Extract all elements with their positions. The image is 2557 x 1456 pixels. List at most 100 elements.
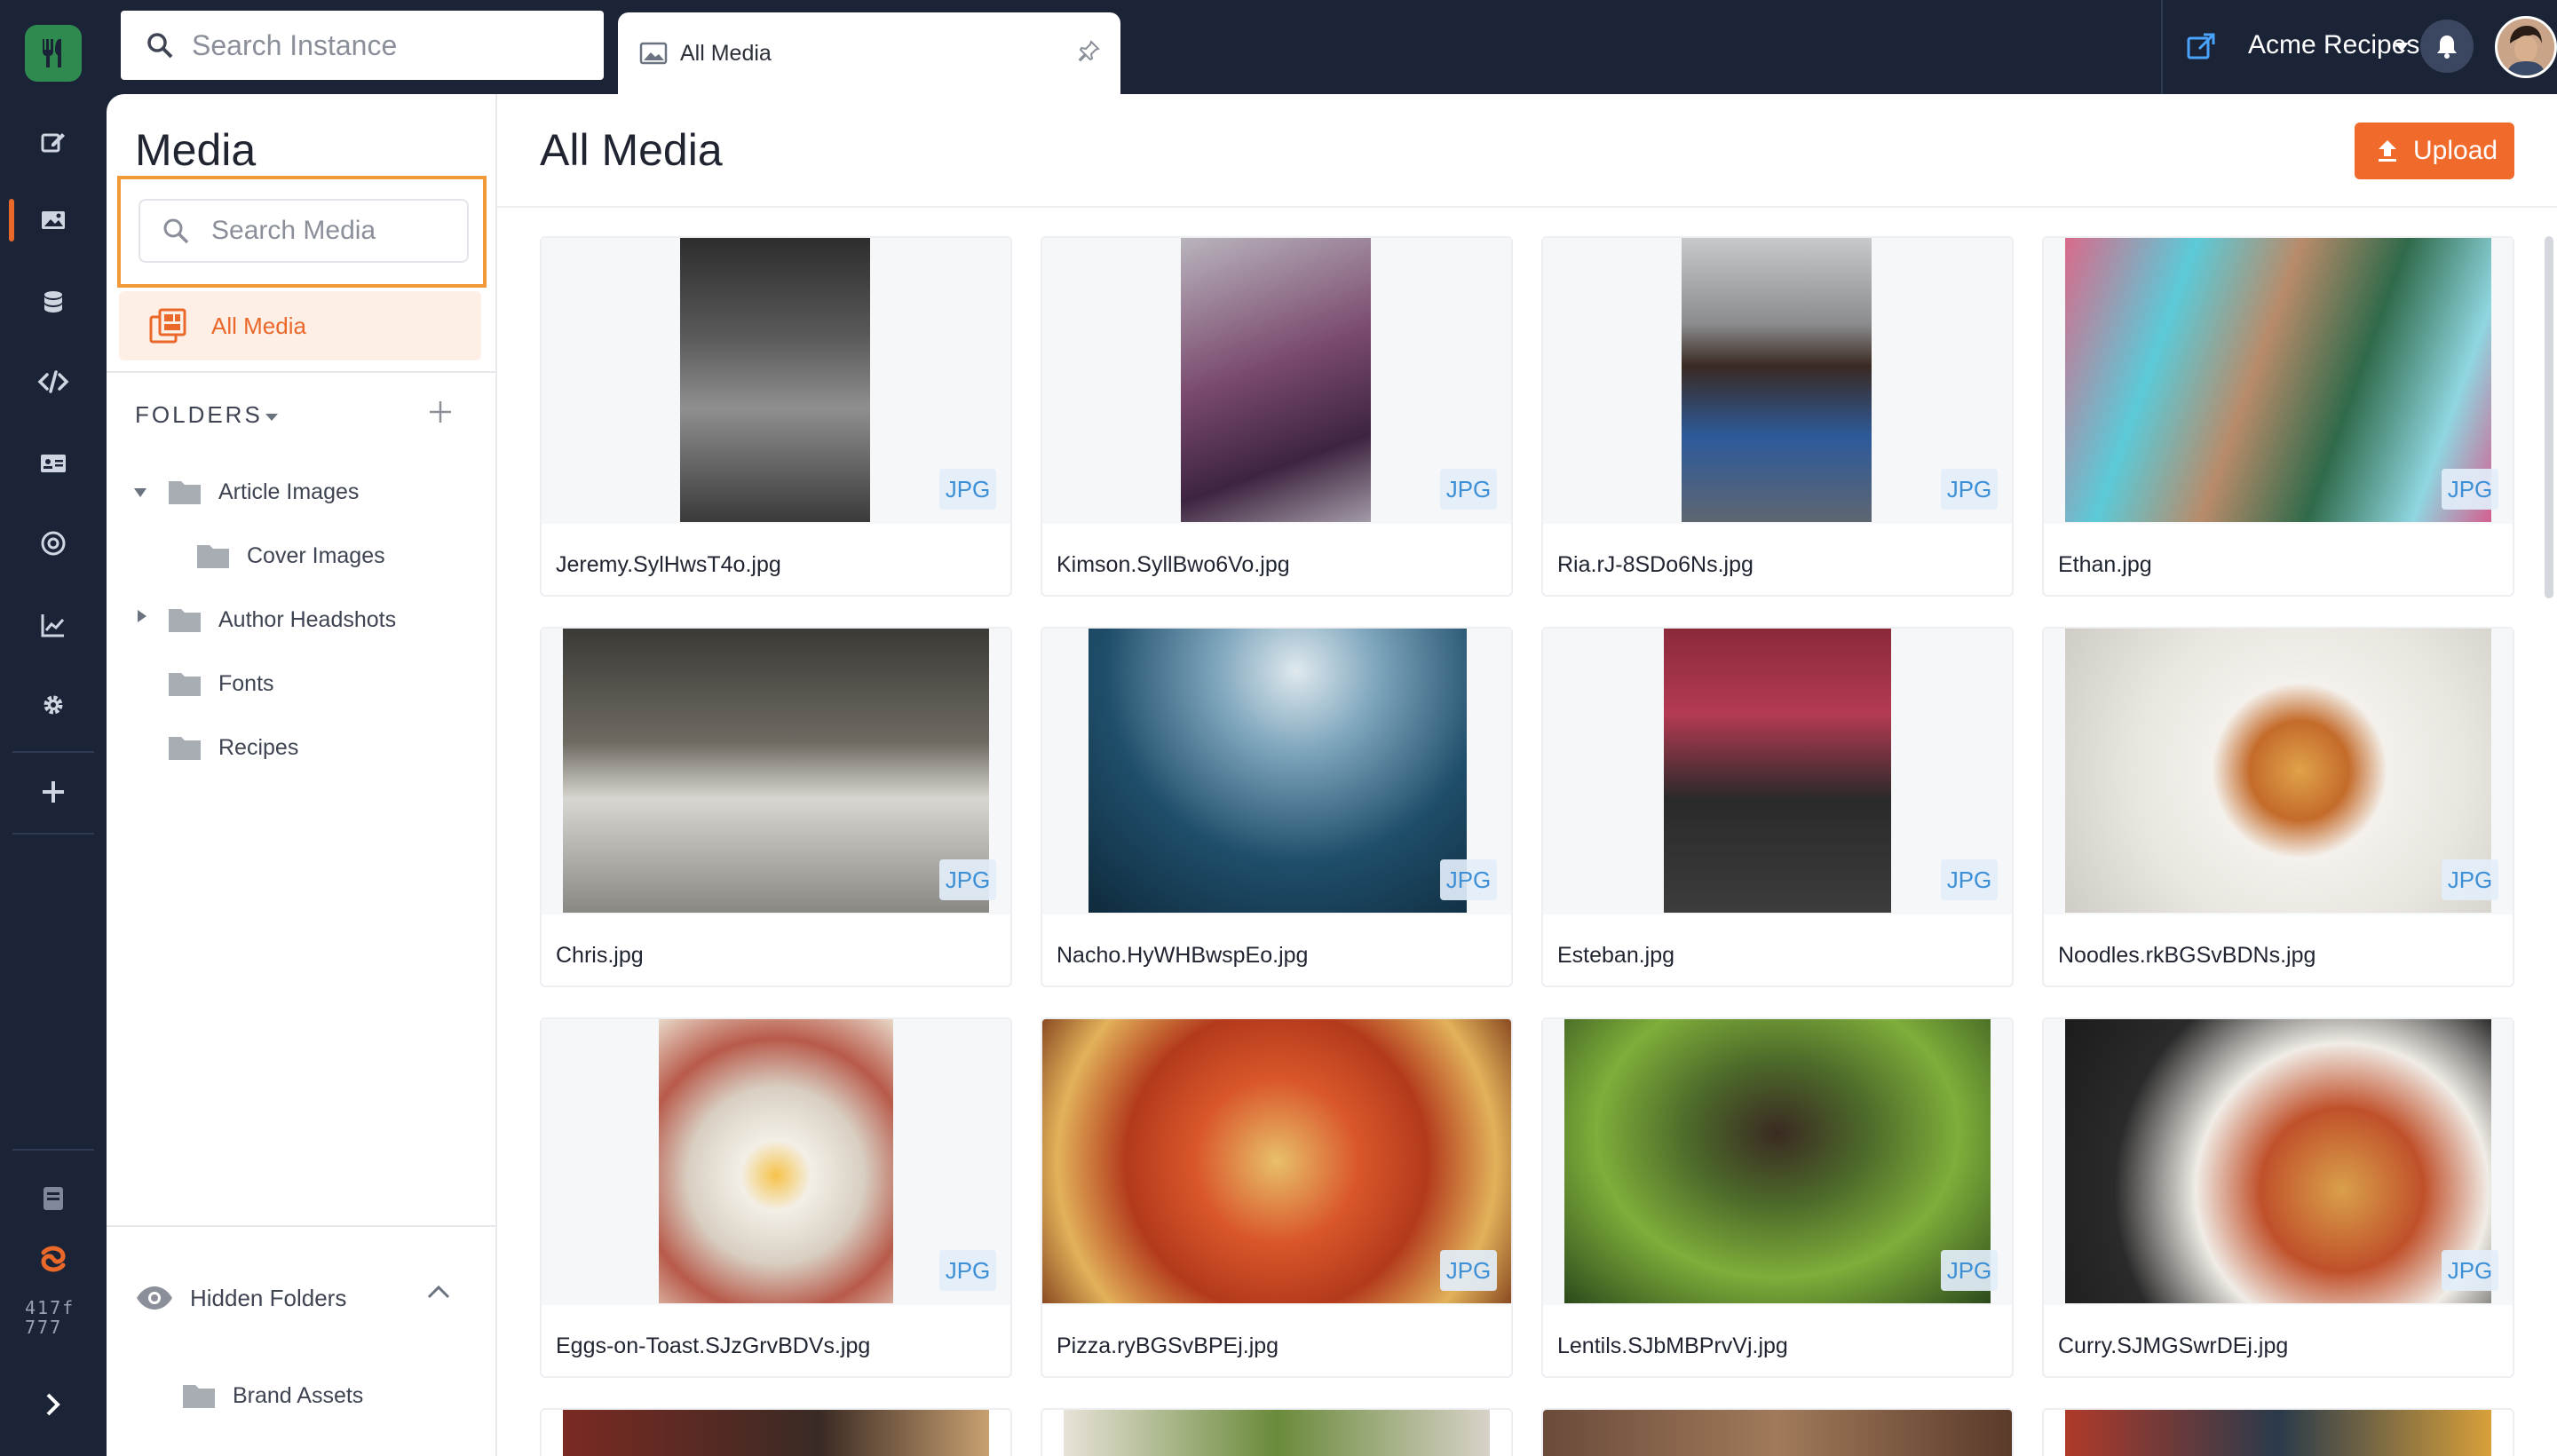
folder-article-images[interactable]: Article Images	[167, 474, 359, 510]
all-media-label: All Media	[211, 312, 306, 339]
all-media-nav-item[interactable]: All Media	[119, 291, 481, 360]
file-type-badge: JPG	[2442, 469, 2498, 510]
settings-gear-icon[interactable]	[0, 669, 107, 740]
file-type-badge: JPG	[2442, 859, 2498, 900]
file-name: Curry.SJMGSwrDEj.jpg	[2058, 1333, 2289, 1358]
expand-caret-icon[interactable]	[137, 609, 147, 628]
media-card[interactable]: JPG Chris.jpg	[540, 627, 1012, 987]
add-folder-icon[interactable]	[428, 400, 453, 429]
panel-divider	[107, 371, 495, 373]
hidden-folders-toggle[interactable]: Hidden Folders	[135, 1277, 346, 1319]
media-card[interactable]	[1541, 1408, 2014, 1456]
media-card[interactable]: JPG Eggs-on-Toast.SJzGrvBDVs.jpg	[540, 1017, 1012, 1378]
file-type-badge: JPG	[939, 859, 996, 900]
panel-divider	[107, 1225, 495, 1227]
folder-cover-images[interactable]: Cover Images	[195, 538, 385, 574]
tab-all-media[interactable]: All Media	[618, 12, 1120, 94]
collapse-caret-icon[interactable]	[133, 487, 147, 502]
external-link-icon[interactable]	[2186, 32, 2216, 67]
user-avatar[interactable]	[2495, 16, 2557, 78]
media-library-icon[interactable]	[0, 185, 107, 256]
upload-button[interactable]: Upload	[2355, 123, 2514, 179]
media-thumbnail	[2065, 1410, 2491, 1456]
folder-icon	[169, 673, 201, 696]
folder-recipes[interactable]: Recipes	[167, 730, 298, 765]
image-icon	[639, 42, 668, 65]
file-type-badge: JPG	[1941, 859, 1998, 900]
media-card[interactable]: JPG Curry.SJMGSwrDEj.jpg	[2042, 1017, 2514, 1378]
search-media-placeholder: Search Media	[211, 216, 376, 245]
media-card[interactable]	[540, 1408, 1012, 1456]
add-plus-icon[interactable]	[0, 756, 107, 827]
search-media-input[interactable]: Search Media	[139, 199, 469, 263]
media-card[interactable]: JPG Lentils.SJbMBPrvVj.jpg	[1541, 1017, 2014, 1378]
folder-name: Brand Assets	[233, 1382, 364, 1408]
media-card[interactable]: JPG Jeremy.SylHwsT4o.jpg	[540, 236, 1012, 597]
file-type-badge: JPG	[939, 1250, 996, 1291]
file-name: Pizza.ryBGSvBPEj.jpg	[1057, 1333, 1279, 1358]
version-code: 417f 777	[25, 1297, 75, 1338]
file-name: Nacho.HyWHBwspEo.jpg	[1057, 943, 1309, 968]
file-name: Noodles.rkBGSvBDNs.jpg	[2058, 943, 2316, 968]
media-card[interactable]: JPG Pizza.ryBGSvBPEj.jpg	[1041, 1017, 1513, 1378]
media-card[interactable]: JPG Nacho.HyWHBwspEo.jpg	[1041, 627, 1513, 987]
panel-title: Media	[135, 125, 257, 175]
pin-icon[interactable]	[1076, 39, 1101, 68]
media-side-panel: Media Search Media All Media FOLDERS Art…	[107, 94, 497, 1456]
search-instance-placeholder: Search Instance	[192, 28, 398, 61]
media-card[interactable]: JPG Noodles.rkBGSvBDNs.jpg	[2042, 627, 2514, 987]
rail-divider	[12, 751, 94, 753]
target-icon[interactable]	[0, 508, 107, 579]
media-card[interactable]: JPG Kimson.SyllBwo6Vo.jpg	[1041, 236, 1513, 597]
expand-chevron-icon[interactable]	[0, 1369, 107, 1440]
folder-author-headshots[interactable]: Author Headshots	[167, 602, 396, 637]
brand-swirl-icon[interactable]	[0, 1223, 107, 1294]
media-thumbnail	[1064, 1410, 1490, 1456]
contact-card-icon[interactable]	[0, 428, 107, 499]
app-logo-icon[interactable]	[25, 25, 82, 82]
file-type-badge: JPG	[1941, 469, 1998, 510]
search-media-focus-ring: Search Media	[117, 176, 487, 288]
notifications-bell-icon[interactable]	[2420, 20, 2474, 73]
top-bar: Search Instance All Media Acme Recipes	[107, 0, 2557, 94]
file-name: Chris.jpg	[556, 943, 644, 968]
chevron-up-icon[interactable]	[426, 1284, 451, 1304]
media-card[interactable]: JPG Esteban.jpg	[1541, 627, 2014, 987]
media-card[interactable]: JPG Ethan.jpg	[2042, 236, 2514, 597]
eye-icon	[137, 1286, 172, 1310]
file-name: Lentils.SJbMBPrvVj.jpg	[1557, 1333, 1788, 1358]
scrollbar-thumb[interactable]	[2545, 236, 2553, 598]
rail-divider	[12, 1149, 94, 1151]
search-icon	[163, 218, 189, 244]
folder-brand-assets[interactable]: Brand Assets	[181, 1378, 363, 1413]
folder-icon	[169, 737, 201, 760]
media-card[interactable]	[1041, 1408, 1513, 1456]
search-icon	[147, 33, 173, 59]
file-name: Jeremy.SylHwsT4o.jpg	[556, 552, 781, 577]
rail-divider	[12, 833, 94, 835]
folders-header: FOLDERS	[135, 401, 263, 428]
search-instance-field[interactable]: Search Instance	[121, 11, 604, 80]
media-card[interactable]: JPG Ria.rJ-8SDo6Ns.jpg	[1541, 236, 2014, 597]
media-thumbnail	[563, 1410, 989, 1456]
analytics-chart-icon[interactable]	[0, 590, 107, 661]
folder-fonts[interactable]: Fonts	[167, 666, 274, 701]
upload-icon	[2379, 140, 2396, 162]
folder-icon	[169, 481, 201, 504]
header-divider	[497, 206, 2557, 208]
file-type-badge: JPG	[1941, 1250, 1998, 1291]
folders-dropdown-icon[interactable]	[265, 410, 279, 426]
media-card[interactable]	[2042, 1408, 2514, 1456]
account-area: Acme Recipes	[2161, 0, 2557, 94]
media-thumbnail	[1543, 1410, 2012, 1456]
file-type-badge: JPG	[939, 469, 996, 510]
left-rail: 417f 777	[0, 0, 107, 1456]
code-icon[interactable]	[0, 346, 107, 417]
file-name: Eggs-on-Toast.SJzGrvBDVs.jpg	[556, 1333, 871, 1358]
folder-name: Article Images	[218, 479, 360, 504]
file-type-badge: JPG	[1440, 469, 1497, 510]
edit-content-icon[interactable]	[0, 107, 107, 178]
database-icon[interactable]	[0, 266, 107, 337]
file-name: Kimson.SyllBwo6Vo.jpg	[1057, 552, 1290, 577]
caret-down-icon[interactable]	[2394, 41, 2410, 57]
